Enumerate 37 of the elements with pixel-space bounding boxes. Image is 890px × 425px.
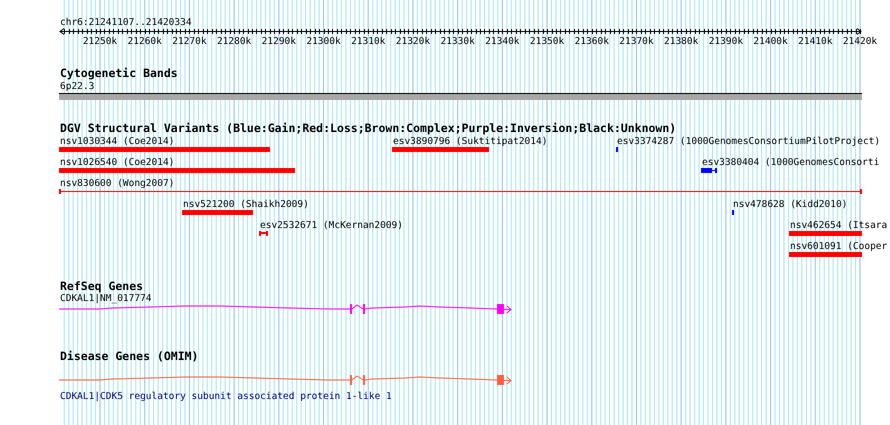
tick-label: 21310k bbox=[351, 36, 386, 47]
tick-label: 21380k bbox=[664, 36, 698, 47]
track-title: RefSeq Genes bbox=[60, 279, 144, 293]
band-label: 6p22.3 bbox=[60, 81, 94, 92]
tick-label: 21260k bbox=[128, 36, 162, 47]
variant-label: esv3890796 (Suktitipat2014) bbox=[393, 136, 548, 147]
variant-label: nsv478628 (Kidd2010) bbox=[733, 199, 848, 210]
variant-label: nsv1030344 (Coe2014) bbox=[60, 136, 174, 147]
tick-label: 21400k bbox=[753, 36, 788, 47]
tick-label: 21410k bbox=[798, 36, 832, 47]
tick-label: 21360k bbox=[574, 36, 609, 47]
tick-label: 21390k bbox=[708, 36, 744, 47]
track-title: Disease Genes (OMIM) bbox=[60, 349, 198, 363]
variant-label: nsv521200 (Shaikh2009) bbox=[183, 199, 309, 210]
gene-description: CDKAL1|CDK5 regulatory subunit associated protein 1-like 1 bbox=[60, 391, 392, 402]
tick-label: 21300k bbox=[306, 36, 341, 47]
tick-label: 21280k bbox=[216, 36, 252, 47]
variant-label: nsv830600 (Wong2007) bbox=[60, 178, 174, 189]
variant-label: nsv1026540 (Coe2014) bbox=[60, 157, 174, 168]
variant-label: esv3380404 (1000GenomesConsorti bbox=[702, 157, 880, 168]
track-title: Cytogenetic Bands bbox=[60, 66, 178, 80]
variant-label: esv3374287 (1000GenomesConsortiumPilotProject) bbox=[617, 136, 880, 147]
tick-label: 21340k bbox=[485, 36, 520, 47]
variant-label: nsv601091 (Cooper bbox=[790, 241, 888, 252]
location-label: chr6:21241107..21420334 bbox=[60, 17, 192, 28]
tick-label: 21370k bbox=[619, 36, 654, 47]
tick-label: 21270k bbox=[172, 36, 207, 47]
variant-label: esv2532671 (McKernan2009) bbox=[260, 220, 403, 231]
gene-label: CDKAL1|NM_017774 bbox=[60, 293, 152, 304]
variant-label: nsv462654 (Itsara bbox=[790, 220, 888, 231]
tick-label: 21320k bbox=[396, 36, 430, 47]
tick-label: 21350k bbox=[530, 36, 564, 47]
tick-label: 21250k bbox=[82, 36, 118, 47]
tick-label: 21290k bbox=[262, 36, 296, 47]
tick-label: 21420k bbox=[842, 36, 878, 47]
tick-label: 21330k bbox=[440, 36, 475, 47]
track-title: DGV Structural Variants (Blue:Gain;Red:Loss;Brown:Complex;Purple:Inversion;Black:Unknown) bbox=[60, 121, 676, 135]
